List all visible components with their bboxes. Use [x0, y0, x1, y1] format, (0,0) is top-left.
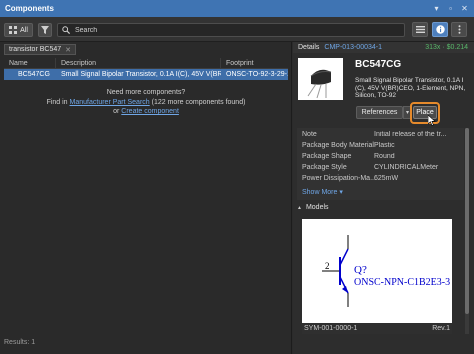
more-vertical-icon: [458, 25, 460, 34]
component-id-link[interactable]: CMP-013-00034-1: [324, 44, 382, 51]
list-view-icon: [415, 26, 425, 33]
property-key: Package Shape: [302, 153, 352, 160]
more-components-hint: Need more components? Find in Manufactur…: [0, 88, 292, 117]
details-scrollbar[interactable]: [465, 128, 469, 334]
property-value: 625mW: [374, 175, 399, 182]
more-line-1: Need more components?: [106, 89, 186, 96]
details-header: Details CMP-013-00034-1 313x · $0.214: [293, 42, 474, 53]
panel-titlebar: Components ▾ ▫ ✕: [0, 0, 474, 17]
property-value: Round: [374, 153, 395, 160]
property-key: Package Style: [302, 164, 347, 171]
search-field[interactable]: [57, 23, 405, 37]
cell-description: Small Signal Bipolar Transistor, 0.1A I(…: [61, 71, 221, 78]
symbol-preview[interactable]: 2 Q? ONSC-NPN-C1B2E3-3: [302, 219, 452, 323]
properties-table: Note Initial release of the tr... Packag…: [297, 128, 464, 200]
column-header-name[interactable]: Name: [4, 58, 56, 68]
maximize-icon[interactable]: ▫: [446, 4, 455, 13]
symbol-revision: Rev.1: [432, 325, 450, 332]
list-view-button[interactable]: [412, 22, 428, 37]
filter-icon: [41, 26, 49, 34]
references-button[interactable]: References: [356, 106, 403, 119]
more-prefix: Find in: [46, 98, 68, 106]
pin-number: 2: [325, 261, 330, 271]
filter-chip-label: transistor BC547: [9, 46, 62, 53]
panel-title: Components: [5, 4, 54, 13]
chevron-down-icon: ▾: [339, 189, 343, 196]
npn-symbol-graphic: 2 Q? ONSC-NPN-C1B2E3-3: [322, 235, 450, 307]
scrollbar-thumb[interactable]: [465, 128, 469, 314]
filter-chip[interactable]: transistor BC547 ✕: [4, 44, 77, 55]
property-key: Package Body Material: [302, 142, 374, 149]
symbol-designator: Q?: [354, 264, 367, 276]
grid-icon: [9, 26, 18, 34]
property-value: CYLINDRICALMeter: [374, 164, 439, 171]
close-icon[interactable]: ✕: [460, 4, 469, 13]
info-icon: [435, 25, 445, 34]
details-label: Details: [298, 44, 320, 51]
manufacturer-part-search-link[interactable]: Manufacturer Part Search: [70, 99, 150, 106]
dropdown-icon[interactable]: ▾: [432, 4, 441, 13]
more-or: or: [113, 108, 120, 115]
chevron-down-icon: ▾: [405, 110, 409, 116]
symbol-comment: ONSC-NPN-C1B2E3-3: [354, 277, 450, 288]
property-key: Note: [302, 131, 317, 138]
show-more-label: Show More: [302, 189, 338, 196]
collapse-icon: ▲: [297, 204, 302, 211]
cell-name: BC547CG: [18, 71, 50, 78]
table-row[interactable]: BC547CG Small Signal Bipolar Transistor,…: [4, 69, 288, 80]
search-input[interactable]: [75, 26, 395, 34]
more-suffix: (122 more components found): [151, 98, 246, 106]
create-component-link[interactable]: Create component: [121, 108, 179, 115]
filter-button[interactable]: [38, 23, 52, 37]
details-toggle-button[interactable]: [432, 22, 448, 37]
mouse-cursor-icon: [428, 115, 436, 126]
models-section-header[interactable]: ▲ Models: [297, 204, 329, 211]
property-value: Initial release of the tr...: [374, 131, 447, 138]
table-header: Name Description Footprint: [4, 58, 288, 69]
results-status: Results: 1: [4, 339, 36, 346]
show-more-link[interactable]: Show More ▾: [302, 188, 343, 196]
details-pane: Details CMP-013-00034-1 313x · $0.214 BC…: [293, 42, 474, 354]
property-value: Plastic: [374, 142, 395, 149]
close-icon[interactable]: ✕: [65, 46, 71, 54]
column-header-description[interactable]: Description: [56, 58, 221, 68]
menu-button[interactable]: [451, 22, 467, 37]
all-button[interactable]: All: [4, 23, 33, 37]
component-image: [298, 58, 343, 100]
component-name: BC547CG: [355, 59, 402, 70]
transistor-image: [307, 69, 332, 99]
price-info: 313x · $0.214: [425, 44, 468, 51]
all-label: All: [20, 26, 28, 34]
symbol-id: SYM-001-0000-1: [304, 325, 358, 332]
results-pane: transistor BC547 ✕ Name Description Foot…: [0, 42, 292, 354]
search-icon: [62, 26, 70, 34]
cell-footprint: ONSC-TO-92-3-29-11: [226, 71, 288, 78]
models-title: Models: [305, 204, 329, 211]
property-key: Power Dissipation-Ma...: [302, 175, 376, 182]
column-header-footprint[interactable]: Footprint: [221, 58, 288, 68]
component-description: Small Signal Bipolar Transistor, 0.1A I …: [355, 77, 466, 99]
symbol-info: SYM-001-0000-1 Rev.1: [302, 323, 452, 334]
components-toolbar: All: [0, 17, 474, 42]
